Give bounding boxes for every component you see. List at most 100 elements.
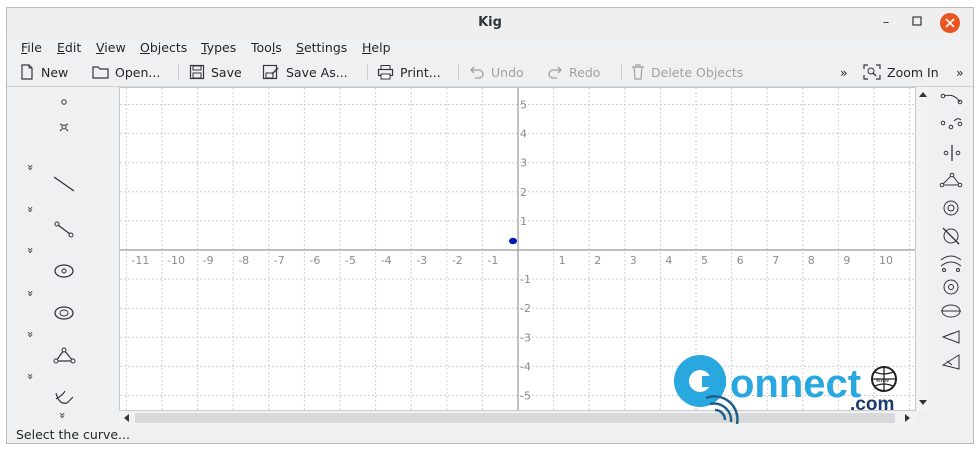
status-bar: Select the curve... xyxy=(7,425,973,443)
circle-icon[interactable] xyxy=(54,264,74,278)
triangle-icon[interactable] xyxy=(939,172,963,188)
zoom-in-button[interactable]: Zoom In xyxy=(863,62,939,82)
point-icon[interactable] xyxy=(61,99,67,105)
title-bar: Kig – xyxy=(7,8,973,38)
menu-help[interactable]: Help xyxy=(362,40,391,55)
vertical-line-icon[interactable] xyxy=(943,145,961,161)
x-tick-label: -8 xyxy=(238,254,249,267)
new-document-icon xyxy=(21,64,33,80)
bezier-quadratic-icon[interactable] xyxy=(940,93,963,105)
expand-section-icon[interactable]: » xyxy=(56,412,69,419)
undo-button[interactable]: Undo xyxy=(469,62,524,82)
toolbar-overflow-button[interactable]: » xyxy=(840,62,848,82)
constrained-point-icon[interactable] xyxy=(59,123,69,132)
menu-tools[interactable]: Tools xyxy=(251,40,282,55)
bezier-cubic-icon[interactable] xyxy=(940,118,963,130)
new-button[interactable]: New xyxy=(19,62,68,82)
x-tick-label: -7 xyxy=(274,254,285,267)
line-icon[interactable] xyxy=(53,176,75,192)
menu-view[interactable]: View xyxy=(96,40,126,55)
x-tick-label: 8 xyxy=(808,254,815,267)
no-circle-icon[interactable] xyxy=(942,227,960,245)
y-tick-label: 1 xyxy=(520,215,527,228)
scroll-left-arrow-icon[interactable] xyxy=(124,414,129,422)
undo-label: Undo xyxy=(491,64,524,80)
y-tick-label: -5 xyxy=(520,390,531,403)
x-tick-label: -6 xyxy=(309,254,320,267)
main-toolbar: New Open... Save Save As... Print... Und… xyxy=(7,58,973,87)
reflection-icon[interactable] xyxy=(941,330,960,344)
y-tick-label: -1 xyxy=(520,273,531,286)
toolbar-overflow-right-button[interactable]: » xyxy=(956,62,964,82)
scroll-right-arrow-icon[interactable] xyxy=(905,414,910,422)
save-button[interactable]: Save xyxy=(189,62,242,82)
menu-settings[interactable]: Settings xyxy=(296,40,347,55)
menu-edit[interactable]: Edit xyxy=(57,40,81,55)
x-tick-label: -9 xyxy=(203,254,214,267)
expand-section-icon[interactable]: » xyxy=(24,247,37,254)
maximize-button[interactable] xyxy=(907,13,927,33)
x-tick-label: 9 xyxy=(843,254,850,267)
delete-objects-button[interactable]: Delete Objects xyxy=(631,62,743,82)
trash-icon xyxy=(632,64,644,80)
open-button[interactable]: Open... xyxy=(92,62,160,82)
folder-icon xyxy=(92,66,109,79)
expand-section-icon[interactable]: » xyxy=(24,164,37,171)
delete-objects-label: Delete Objects xyxy=(651,64,744,80)
spiral-icon[interactable] xyxy=(943,200,959,216)
redo-label: Redo xyxy=(569,64,601,80)
x-tick-label: 10 xyxy=(879,254,893,267)
globe-text: www xyxy=(875,378,890,384)
transformation-icon[interactable] xyxy=(55,390,74,404)
overflow-right-icon: » xyxy=(956,64,964,80)
scroll-down-arrow-icon[interactable] xyxy=(919,400,927,405)
save-as-icon xyxy=(262,64,279,80)
menu-objects[interactable]: Objects xyxy=(140,40,187,55)
x-tick-label: -1 xyxy=(487,254,498,267)
y-tick-label: 4 xyxy=(520,128,527,141)
menu-file[interactable]: File xyxy=(21,40,42,55)
ellipse-icon[interactable] xyxy=(941,304,961,318)
expand-section-icon[interactable]: » xyxy=(24,373,37,380)
segment-icon[interactable] xyxy=(54,221,74,238)
save-icon xyxy=(189,64,205,80)
x-tick-label: -5 xyxy=(345,254,356,267)
similitude-icon[interactable] xyxy=(941,354,960,370)
y-tick-label: -4 xyxy=(520,360,531,373)
y-tick-label: 3 xyxy=(520,157,527,170)
vertical-scrollbar[interactable] xyxy=(916,87,930,411)
x-tick-label: 2 xyxy=(594,254,601,267)
x-tick-label: -2 xyxy=(452,254,463,267)
minimize-button[interactable]: – xyxy=(876,13,896,33)
undo-icon xyxy=(470,66,484,79)
x-tick-label: 7 xyxy=(772,254,779,267)
conic-icon[interactable] xyxy=(54,306,74,320)
objects-toolbar-right xyxy=(932,87,973,425)
print-label: Print... xyxy=(400,64,441,80)
expand-section-icon[interactable]: » xyxy=(24,206,37,213)
expand-section-icon[interactable]: » xyxy=(24,331,37,338)
zoom-in-label: Zoom In xyxy=(887,64,939,80)
toolbar-separator xyxy=(367,64,368,80)
x-tick-label: 1 xyxy=(559,254,566,267)
save-label: Save xyxy=(211,64,242,80)
close-button[interactable] xyxy=(940,13,960,33)
scroll-up-arrow-icon[interactable] xyxy=(919,92,927,97)
save-as-button[interactable]: Save As... xyxy=(262,62,348,82)
redo-button[interactable]: Redo xyxy=(547,62,600,82)
new-label: New xyxy=(41,64,69,80)
x-tick-label: -10 xyxy=(167,254,185,267)
polygon-icon[interactable] xyxy=(53,347,76,364)
printer-icon xyxy=(377,65,394,80)
toolbar-separator xyxy=(458,64,459,80)
print-button[interactable]: Print... xyxy=(377,62,441,82)
concentric-icon[interactable] xyxy=(943,279,959,295)
point-object[interactable] xyxy=(509,237,517,245)
maximize-icon xyxy=(912,16,922,26)
close-icon xyxy=(945,18,955,28)
x-tick-label: -11 xyxy=(131,254,149,267)
menu-types[interactable]: Types xyxy=(201,40,236,55)
expand-section-icon[interactable]: » xyxy=(24,290,37,297)
watermark-text: onnect xyxy=(730,362,861,406)
arcs-icon[interactable] xyxy=(940,255,962,272)
